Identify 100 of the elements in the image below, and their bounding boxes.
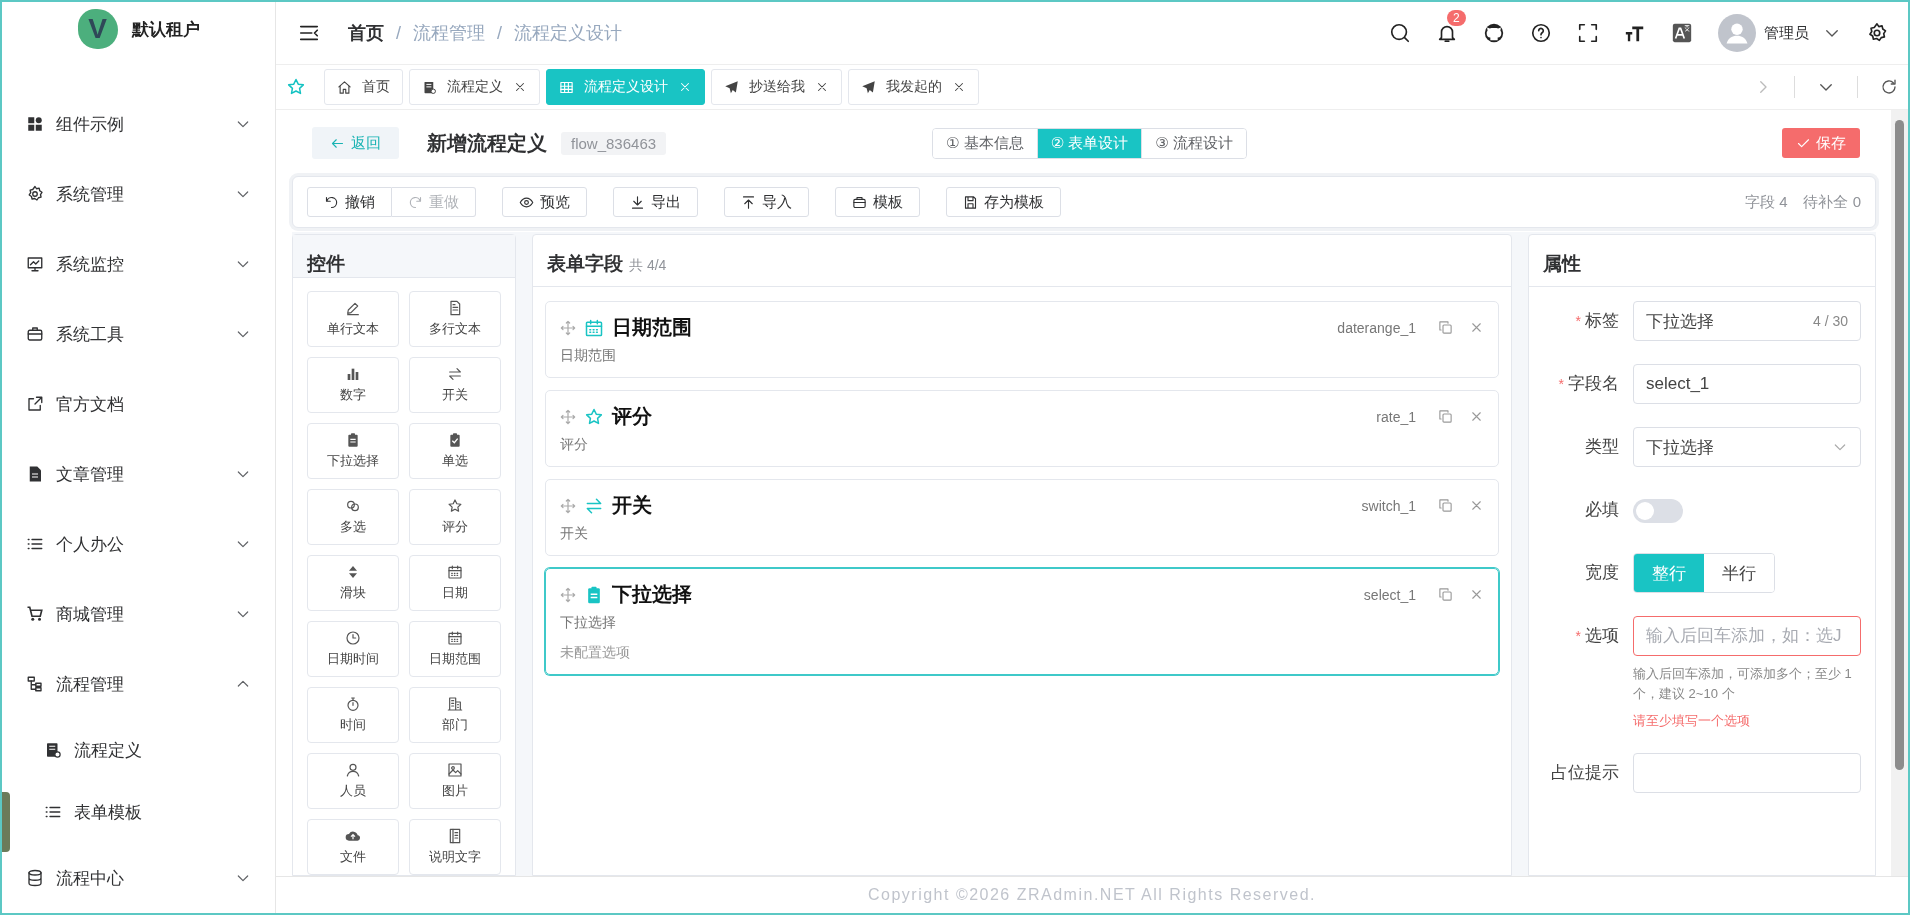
close-icon[interactable] xyxy=(1469,587,1484,602)
star-icon xyxy=(447,498,463,514)
sidebar-item[interactable]: 系统管理 xyxy=(14,159,275,229)
toolbar-button[interactable]: 预览 xyxy=(502,187,587,217)
control-item[interactable]: 日期范围 xyxy=(409,621,501,677)
input-field[interactable]: 输入后回车添加，如：选J xyxy=(1633,616,1861,656)
toolbox-icon xyxy=(26,325,44,343)
control-item[interactable]: 下拉选择 xyxy=(307,423,399,479)
toolbar-button[interactable]: 导出 xyxy=(613,187,698,217)
field-card[interactable]: 日期范围 daterange_1 日期范围 xyxy=(545,301,1499,378)
drag-handle[interactable] xyxy=(2,792,10,852)
control-item[interactable]: 数字 xyxy=(307,357,399,413)
star-icon[interactable] xyxy=(286,77,306,97)
sidebar-item[interactable]: 商城管理 xyxy=(14,579,275,649)
tab[interactable]: 首页 xyxy=(324,69,403,105)
control-item[interactable]: 人员 xyxy=(307,753,399,809)
control-item[interactable]: 部门 xyxy=(409,687,501,743)
stat-text: 字段 4 xyxy=(1744,192,1788,212)
sidebar-subitem[interactable]: 表单模板 xyxy=(14,781,275,843)
breadcrumb-link[interactable]: 首页 xyxy=(348,21,384,45)
refresh-icon[interactable] xyxy=(1880,78,1898,96)
document-icon xyxy=(447,300,463,316)
field-description: 下拉选择 xyxy=(560,614,617,632)
field-description: 评分 xyxy=(560,436,589,454)
field-card[interactable]: 评分 rate_1 评分 xyxy=(545,390,1499,467)
user-name[interactable]: 管理员 xyxy=(1764,23,1809,43)
control-item[interactable]: 说明文字 xyxy=(409,819,501,875)
control-item[interactable]: 多行文本 xyxy=(409,291,501,347)
sidebar-item[interactable]: 组件示例 xyxy=(14,89,275,159)
book-icon xyxy=(422,79,437,95)
home-icon xyxy=(337,79,352,95)
breadcrumb-separator: / xyxy=(396,22,401,44)
toolbar-button[interactable]: 撤销 xyxy=(307,187,392,217)
eye-icon xyxy=(519,194,534,210)
move-icon[interactable] xyxy=(560,408,576,425)
fullscreen-icon[interactable] xyxy=(1577,22,1599,44)
copy-icon[interactable] xyxy=(1438,320,1453,335)
flow-code-tag: flow_836463 xyxy=(561,131,667,155)
sidebar-item[interactable]: 流程中心 xyxy=(14,843,275,913)
translate-icon[interactable] xyxy=(1671,22,1693,44)
field-card[interactable]: 下拉选择 select_1 下拉选择 未配置选项 xyxy=(545,568,1499,675)
stat-text: 待补全 0 xyxy=(1803,192,1861,212)
sidebar-item[interactable]: 文章管理 xyxy=(14,439,275,509)
field-card[interactable]: 开关 switch_1 开关 xyxy=(545,479,1499,556)
scrollbar[interactable] xyxy=(1891,110,1908,876)
control-item[interactable]: 开关 xyxy=(409,357,501,413)
copy-icon[interactable] xyxy=(1438,587,1453,602)
calendar-icon xyxy=(584,317,604,338)
control-item[interactable]: 日期时间 xyxy=(307,621,399,677)
field-title: 开关 xyxy=(612,493,652,518)
copy-icon[interactable] xyxy=(1438,409,1453,424)
copy-icon[interactable] xyxy=(1438,498,1453,513)
logo: V xyxy=(77,9,118,49)
step-tab[interactable]: ① 基本信息 xyxy=(933,128,1038,158)
toolbar-button[interactable]: 模板 xyxy=(835,187,920,217)
sidebar-item[interactable]: 官方文档 xyxy=(14,369,275,439)
control-item[interactable]: 滑块 xyxy=(307,555,399,611)
close-icon[interactable] xyxy=(513,80,527,94)
control-item[interactable]: 文件 xyxy=(307,819,399,875)
input-field[interactable]: 下拉选择 4 / 30 xyxy=(1633,301,1861,341)
close-icon[interactable] xyxy=(1469,320,1484,335)
form-label: 宽度 xyxy=(1584,562,1620,584)
tab[interactable]: 我发起的 xyxy=(848,69,979,105)
form-label: 占位提示 xyxy=(1550,762,1620,784)
toggle-switch[interactable] xyxy=(1633,499,1683,523)
control-item[interactable]: 多选 xyxy=(307,489,399,545)
move-icon[interactable] xyxy=(560,319,576,336)
toolbar-button[interactable]: 导入 xyxy=(724,187,809,217)
input-field[interactable]: select_1 xyxy=(1633,364,1861,404)
control-item[interactable]: 日期 xyxy=(409,555,501,611)
toolbar-button[interactable]: 存为模板 xyxy=(946,187,1061,217)
stopwatch-icon xyxy=(345,696,361,712)
close-icon[interactable] xyxy=(952,80,966,94)
select-field[interactable]: 下拉选择 xyxy=(1633,427,1861,467)
sidebar-subitem[interactable]: 流程定义 xyxy=(14,719,275,781)
page-title: 新增流程定义 xyxy=(427,130,547,156)
sidebar-item[interactable]: 个人办公 xyxy=(14,509,275,579)
field-title: 下拉选择 xyxy=(612,582,692,607)
search-icon[interactable] xyxy=(1389,22,1411,44)
close-icon[interactable] xyxy=(1469,409,1484,424)
error-text: 请至少填写一个选项 xyxy=(1633,712,1751,730)
tab[interactable]: 抄送给我 xyxy=(711,69,842,105)
close-icon[interactable] xyxy=(1469,498,1484,513)
help-icon[interactable] xyxy=(1530,22,1552,44)
move-icon[interactable] xyxy=(560,586,576,603)
grid-icon xyxy=(26,115,44,133)
control-item[interactable]: 时间 xyxy=(307,687,399,743)
field-description: 开关 xyxy=(560,525,589,543)
move-icon[interactable] xyxy=(560,497,576,514)
control-item[interactable]: 单选 xyxy=(409,423,501,479)
sidebar-item[interactable]: 系统监控 xyxy=(14,229,275,299)
control-item[interactable]: 图片 xyxy=(409,753,501,809)
settings-icon[interactable] xyxy=(1866,22,1888,44)
control-item[interactable]: 单行文本 xyxy=(307,291,399,347)
control-item[interactable]: 评分 xyxy=(409,489,501,545)
sidebar-item[interactable]: 系统工具 xyxy=(14,299,275,369)
sidebar-item[interactable]: 流程管理 xyxy=(14,649,275,719)
avatar[interactable] xyxy=(1718,14,1756,52)
tab[interactable]: 流程定义 xyxy=(409,69,540,105)
close-icon[interactable] xyxy=(815,80,829,94)
